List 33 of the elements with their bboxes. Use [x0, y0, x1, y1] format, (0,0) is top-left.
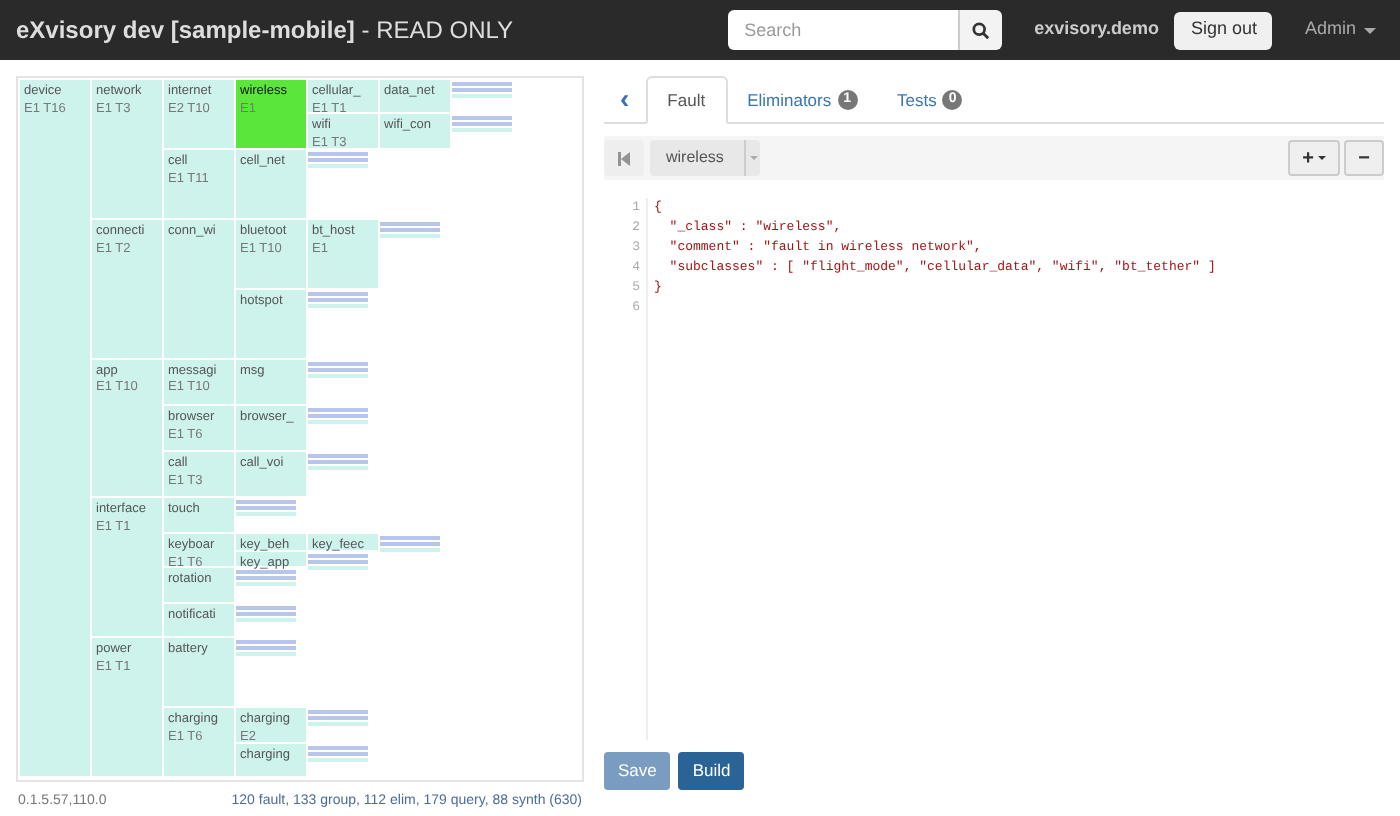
skip-back-icon — [618, 151, 630, 165]
stripes-drawing — [308, 151, 368, 168]
stripes-drawing — [236, 570, 296, 587]
caret-icon — [1318, 156, 1326, 160]
username: exvisory.demo — [1034, 16, 1159, 43]
stripes-drawing — [308, 407, 368, 424]
add-button[interactable]: + — [1288, 140, 1340, 176]
stripes-drawing — [380, 221, 440, 238]
app-title: eXvisory dev [sample-mobile] - READ ONLY — [16, 14, 514, 48]
stripes-drawing — [236, 605, 296, 622]
sign-out-button[interactable]: Sign out — [1174, 11, 1273, 49]
search-button[interactable] — [958, 10, 1003, 50]
node-select[interactable]: wireless — [650, 140, 760, 176]
back-button[interactable]: ‹ — [604, 84, 646, 122]
search-field[interactable]: Search — [728, 10, 961, 50]
stripes-drawing — [236, 500, 296, 517]
stripes-drawing — [308, 745, 368, 762]
admin-menu[interactable]: Admin — [1304, 16, 1376, 44]
stripes-drawing — [452, 82, 512, 98]
caret-icon — [1364, 27, 1376, 33]
stripes-drawing — [236, 640, 296, 657]
stripes-drawing — [308, 710, 368, 727]
remove-button[interactable]: − — [1344, 140, 1384, 176]
search-icon — [972, 21, 991, 39]
tab[interactable]: Fault — [645, 76, 728, 124]
stripes-drawing — [308, 291, 368, 308]
stripes-drawing — [452, 116, 512, 133]
stripes-drawing — [380, 535, 440, 552]
stripes-drawing — [308, 361, 368, 378]
action-button[interactable]: Build — [678, 752, 745, 790]
stripes-drawing — [308, 553, 368, 570]
caret-icon — [749, 156, 757, 160]
stripes-drawing — [308, 454, 368, 471]
